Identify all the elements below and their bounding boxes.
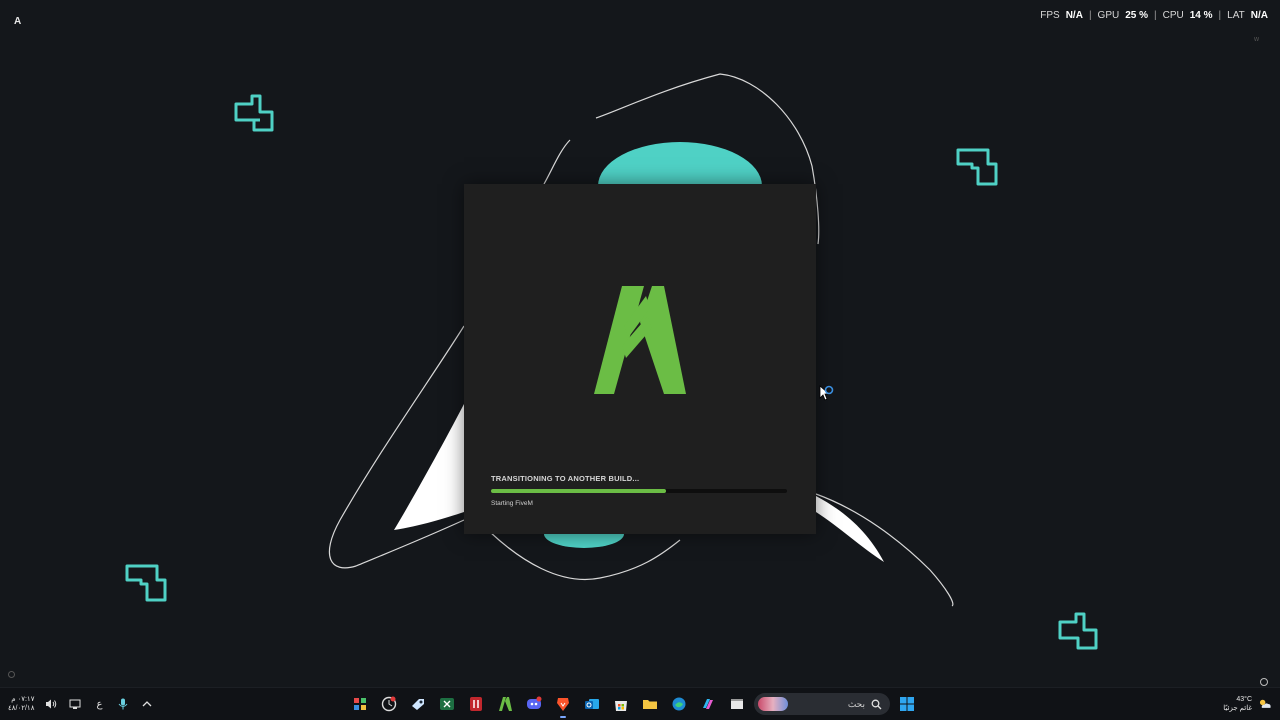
search-placeholder: بحث [847,698,865,709]
copilot-icon[interactable] [696,692,720,716]
taskbar-system-tray: ٠٧:١٧ م ٤٨/٠٢/١٨ ع [8,688,154,720]
chevron-up-icon[interactable] [140,697,154,711]
performance-overlay: FPS N/A | GPU 25 % | CPU 14 % | LAT N/A [1040,10,1268,21]
language-indicator[interactable]: ع [92,697,106,711]
gpu-label: GPU [1097,10,1120,21]
teal-glyph-icon [1058,612,1098,650]
window-app-icon[interactable] [725,692,749,716]
file-explorer-icon[interactable] [638,692,662,716]
teal-glyph-icon [956,148,998,186]
edge-icon[interactable] [667,692,691,716]
red-app-icon[interactable] [464,692,488,716]
clock-time: ٠٧:١٧ م [11,696,35,703]
teal-glyph-icon [234,94,274,132]
desktop-corner-letter: A [14,16,22,27]
excel-icon[interactable] [435,692,459,716]
fps-value: N/A [1065,10,1083,21]
speaker-icon[interactable] [44,697,58,711]
weather-temperature: 43°C [1236,696,1252,703]
overlay-separator: | [1154,10,1157,21]
taskbar-search-box[interactable]: بحث [754,693,890,715]
weather-text: 43°C غائم جزئيًا [1223,695,1252,713]
taskbar-weather-widget[interactable]: 43°C غائم جزئيًا [1223,688,1272,720]
notification-corner-dot [1260,678,1268,686]
windows-start-icon[interactable] [895,692,919,716]
wallpaper-white-stroke [394,404,464,530]
teal-glyph-icon [125,564,167,602]
fps-label: FPS [1040,10,1060,21]
steam-icon[interactable] [406,692,430,716]
partly-cloudy-icon [1258,697,1272,711]
overlay-separator: | [1218,10,1222,21]
fivem-logo-icon [594,286,686,394]
taskbar-apps: بحث [348,692,919,718]
taskbar: ٠٧:١٧ م ٤٨/٠٢/١٨ ع بحث 43°C غائم جزئيًا [0,678,1280,720]
lat-value: N/A [1250,10,1268,21]
clock-date: ٤٨/٠٢/١٨ [8,705,35,712]
lat-label: LAT [1227,10,1245,21]
outlook-icon[interactable] [580,692,604,716]
loading-progress-bar [491,489,787,493]
store-icon[interactable] [609,692,633,716]
loading-status-text: TRANSITIONING TO ANOTHER BUILD... [491,474,640,483]
microphone-icon[interactable] [116,697,130,711]
overlay-corner-mark: w [1254,36,1260,43]
discord-icon[interactable] [522,692,546,716]
weather-condition: غائم جزئيًا [1223,705,1252,712]
cpu-value: 14 % [1189,10,1213,21]
taskbar-clock[interactable]: ٠٧:١٧ م ٤٨/٠٢/١٨ [8,695,34,713]
gpu-value: 25 % [1125,10,1149,21]
clock-app-icon[interactable] [377,692,401,716]
search-highlight-image [758,697,788,711]
loading-progress-fill [491,489,666,493]
network-icon[interactable] [68,697,82,711]
overlay-separator: | [1088,10,1092,21]
busy-cursor-icon [819,385,834,401]
wallpaper-white-stroke [816,496,884,562]
fivem-loading-window: TRANSITIONING TO ANOTHER BUILD... Starti… [464,184,816,534]
multicolor-app-icon[interactable] [348,692,372,716]
search-icon [871,699,882,709]
loading-substatus-text: Starting FiveM [491,500,533,507]
desktop-small-dot [8,671,15,678]
fivem-icon[interactable] [493,692,517,716]
brave-icon[interactable] [551,692,575,718]
cpu-label: CPU [1162,10,1184,21]
